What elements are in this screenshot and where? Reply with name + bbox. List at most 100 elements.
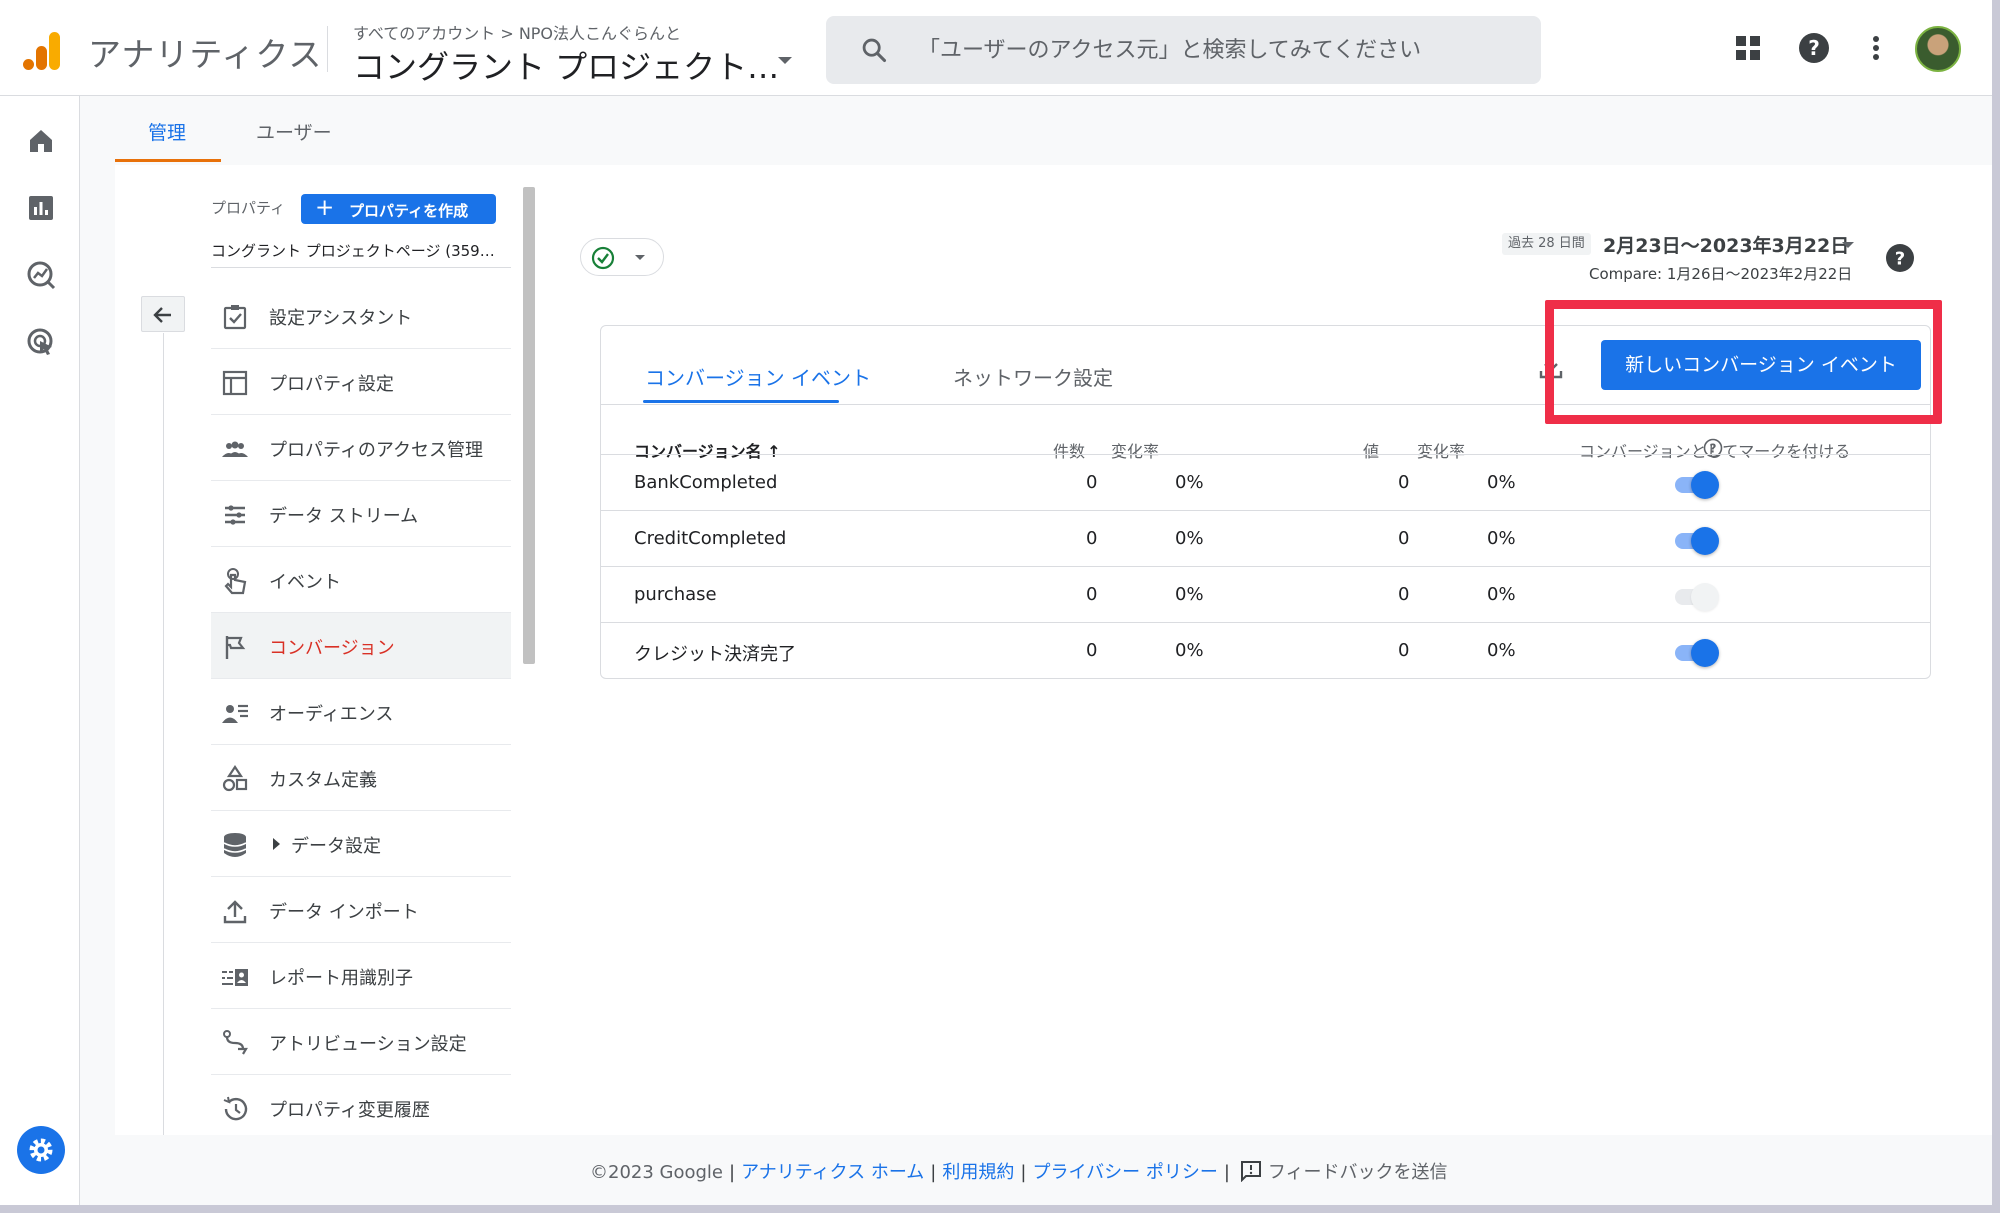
advertising-icon[interactable] (26, 327, 56, 357)
table-row[interactable]: クレジット決済完了 0 0% 0 0% (601, 622, 1930, 678)
menu-item-label: データ インポート (269, 902, 419, 923)
menu-item-data-settings[interactable]: データ設定 (211, 811, 511, 877)
back-button[interactable] (141, 296, 185, 332)
feedback-icon (1240, 1161, 1261, 1182)
mark-as-conversion-toggle[interactable] (1671, 527, 1721, 555)
menu-item-label: データ ストリーム (269, 506, 419, 527)
expand-caret-icon[interactable] (273, 838, 280, 850)
value-value: 0 (1398, 528, 1410, 549)
menu-item-setup-assistant[interactable]: 設定アシスタント (211, 283, 511, 349)
left-nav-rail (0, 96, 80, 1205)
divider (211, 267, 511, 268)
menu-item-label: アトリビューション設定 (269, 1034, 467, 1055)
conversion-name: purchase (634, 584, 717, 605)
data-status-selector[interactable] (580, 238, 664, 276)
history-icon (223, 1096, 248, 1121)
create-property-button[interactable]: + プロパティを作成 (301, 194, 496, 224)
menu-item-label: データ設定 (291, 836, 381, 857)
menu-item-label: プロパティ設定 (269, 374, 394, 395)
conversion-name: BankCompleted (634, 472, 778, 493)
conversion-name: CreditCompleted (634, 528, 787, 549)
app-name[interactable]: アナリティクス (88, 28, 322, 76)
count-change-value: 0% (1175, 472, 1204, 493)
value-value: 0 (1398, 584, 1410, 605)
menu-item-reporting-identity[interactable]: レポート用識別子 (211, 943, 511, 1009)
menu-item-label: イベント (269, 572, 341, 593)
menu-item-change-history[interactable]: プロパティ変更履歴 (211, 1075, 511, 1141)
count-change-value: 0% (1175, 640, 1204, 661)
reports-icon[interactable] (26, 193, 56, 223)
menu-item-label: プロパティ変更履歴 (269, 1100, 430, 1121)
menu-item-label: レポート用識別子 (269, 968, 413, 989)
value-change-value: 0% (1487, 640, 1516, 661)
plus-icon: + (315, 195, 335, 221)
menu-item-audiences[interactable]: オーディエンス (211, 679, 511, 745)
breadcrumb[interactable]: すべてのアカウント > NPO法人こんぐらんと (353, 20, 681, 44)
table-row[interactable]: purchase 0 0% 0 0% (601, 566, 1930, 622)
property-dropdown-icon[interactable] (778, 57, 792, 64)
property-selector[interactable]: コングラント プロジェクト… (353, 42, 779, 88)
tab-network-settings[interactable]: ネットワーク設定 (953, 362, 1113, 391)
menu-item-conversions[interactable]: コンバージョン (211, 613, 511, 679)
footer-link-terms[interactable]: 利用規約 (942, 1162, 1014, 1183)
table-row[interactable]: BankCompleted 0 0% 0 0% (601, 454, 1930, 510)
menu-item-custom-definitions[interactable]: カスタム定義 (211, 745, 511, 811)
count-change-value: 0% (1175, 528, 1204, 549)
admin-settings-button[interactable] (17, 1126, 65, 1174)
mark-as-conversion-toggle[interactable] (1671, 471, 1721, 499)
count-change-value: 0% (1175, 584, 1204, 605)
mark-as-conversion-toggle[interactable] (1671, 639, 1721, 667)
upload-icon (223, 900, 247, 924)
apps-grid-icon[interactable] (1730, 30, 1766, 66)
tab-conversion-events[interactable]: コンバージョン イベント (645, 362, 871, 391)
tab-user[interactable]: ユーザー (256, 118, 332, 145)
attribution-icon (223, 1030, 248, 1055)
date-preset-badge[interactable]: 過去 28 日間 (1502, 233, 1591, 255)
help-icon[interactable]: ? (1885, 243, 1915, 273)
value-change-value: 0% (1487, 472, 1516, 493)
property-name-selector[interactable]: コングラント プロジェクトページ (359… (211, 240, 511, 261)
menu-item-attribution-settings[interactable]: アトリビューション設定 (211, 1009, 511, 1075)
count-value: 0 (1086, 640, 1098, 661)
home-icon[interactable] (26, 126, 56, 156)
people-icon (222, 441, 248, 457)
help-icon[interactable]: ? (1796, 30, 1832, 66)
footer-link-privacy[interactable]: プライバシー ポリシー (1032, 1162, 1217, 1183)
count-value: 0 (1086, 472, 1098, 493)
menu-scrollbar[interactable] (523, 187, 535, 664)
menu-item-label: オーディエンス (269, 704, 394, 725)
count-value: 0 (1086, 584, 1098, 605)
date-range-picker[interactable]: 2月23日〜2023年3月22日 (1603, 231, 1849, 258)
tree-guide-line (163, 333, 164, 1135)
identity-icon (222, 969, 248, 986)
menu-item-data-streams[interactable]: データ ストリーム (211, 481, 511, 547)
footer-link-analytics-home[interactable]: アナリティクス ホーム (741, 1162, 924, 1183)
svg-text:?: ? (1808, 36, 1820, 60)
search-bar[interactable] (826, 16, 1541, 84)
more-vert-icon[interactable] (1858, 30, 1894, 66)
top-bar: アナリティクス すべてのアカウント > NPO法人こんぐらんと コングラント プ… (0, 0, 1992, 96)
app-window: アナリティクス すべてのアカウント > NPO法人こんぐらんと コングラント プ… (0, 0, 2000, 1213)
analytics-logo-icon[interactable] (22, 30, 62, 72)
menu-item-property-settings[interactable]: プロパティ設定 (211, 349, 511, 415)
conversion-name: クレジット決済完了 (634, 644, 796, 665)
table-row[interactable]: CreditCompleted 0 0% 0 0% (601, 510, 1930, 566)
database-icon (223, 833, 247, 857)
mark-as-conversion-toggle[interactable] (1671, 583, 1721, 611)
feedback-link[interactable]: フィードバックを送信 (1268, 1162, 1448, 1183)
date-dropdown-icon[interactable] (1842, 242, 1854, 248)
menu-item-events[interactable]: イベント (211, 547, 511, 613)
search-icon (862, 38, 887, 63)
explore-icon[interactable] (26, 260, 56, 290)
tab-admin[interactable]: 管理 (148, 118, 186, 145)
compare-range: Compare: 1月26日〜2023年2月22日 (1589, 265, 1853, 283)
menu-item-data-import[interactable]: データ インポート (211, 877, 511, 943)
search-input[interactable] (918, 30, 1518, 70)
touch-icon (224, 568, 247, 595)
header-divider (327, 26, 328, 72)
menu-item-property-access[interactable]: プロパティのアクセス管理 (211, 415, 511, 481)
svg-text:?: ? (1895, 249, 1905, 270)
gear-icon (29, 1138, 53, 1162)
active-tab-indicator (115, 159, 221, 162)
account-avatar[interactable] (1915, 26, 1961, 72)
